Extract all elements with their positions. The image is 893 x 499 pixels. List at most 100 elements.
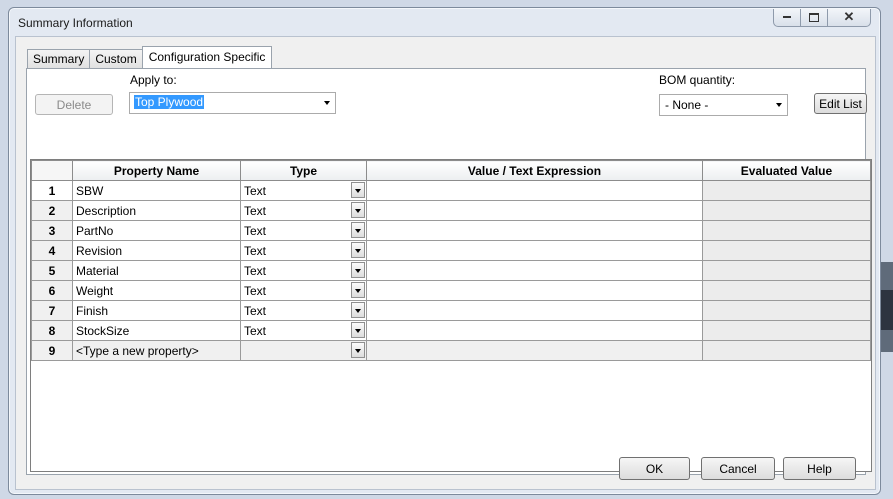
table-row: 6 Weight Text xyxy=(31,280,871,301)
apply-to-label: Apply to: xyxy=(130,73,177,87)
type-dropdown-button[interactable] xyxy=(351,202,365,218)
property-name-cell[interactable]: StockSize xyxy=(72,320,241,341)
tab-summary[interactable]: Summary xyxy=(27,49,91,68)
property-name-cell[interactable]: Description xyxy=(72,200,241,221)
properties-grid: Property Name Type Value / Text Expressi… xyxy=(30,159,872,472)
value-expression-cell[interactable] xyxy=(366,340,703,361)
type-dropdown-button[interactable] xyxy=(351,182,365,198)
row-number[interactable]: 6 xyxy=(31,280,73,301)
minimize-button[interactable] xyxy=(773,9,801,27)
type-dropdown-button[interactable] xyxy=(351,342,365,358)
row-number[interactable]: 4 xyxy=(31,240,73,261)
apply-to-value: Top Plywood xyxy=(134,95,205,109)
evaluated-value-cell xyxy=(702,320,871,341)
apply-to-select[interactable]: Top Plywood xyxy=(129,92,336,114)
tab-custom[interactable]: Custom xyxy=(89,49,143,68)
type-value: Text xyxy=(244,303,267,318)
delete-button[interactable]: Delete xyxy=(35,94,113,115)
row-number[interactable]: 1 xyxy=(31,180,73,201)
grid-corner-cell[interactable] xyxy=(31,160,73,181)
type-cell[interactable]: Text xyxy=(240,180,367,201)
value-expression-cell[interactable] xyxy=(366,200,703,221)
evaluated-value-cell xyxy=(702,220,871,241)
row-number[interactable]: 9 xyxy=(31,340,73,361)
row-number[interactable]: 8 xyxy=(31,320,73,341)
table-row: 7 Finish Text xyxy=(31,300,871,321)
column-header-property-name[interactable]: Property Name xyxy=(72,160,241,181)
type-value: Text xyxy=(244,183,267,198)
help-button[interactable]: Help xyxy=(783,457,856,480)
type-dropdown-button[interactable] xyxy=(351,242,365,258)
type-value: Text xyxy=(244,223,267,238)
dialog-client-area: Summary Custom Configuration Specific Ap… xyxy=(15,36,876,490)
ok-button[interactable]: OK xyxy=(619,457,690,480)
type-value: Text xyxy=(244,283,267,298)
table-row: 8 StockSize Text xyxy=(31,320,871,341)
cancel-button[interactable]: Cancel xyxy=(701,457,775,480)
type-dropdown-button[interactable] xyxy=(351,282,365,298)
type-dropdown-button[interactable] xyxy=(351,222,365,238)
type-cell[interactable] xyxy=(240,340,367,361)
evaluated-value-cell xyxy=(702,260,871,281)
evaluated-value-cell xyxy=(702,200,871,221)
type-dropdown-button[interactable] xyxy=(351,302,365,318)
table-row: 5 Material Text xyxy=(31,260,871,281)
maximize-icon xyxy=(809,12,819,22)
title-bar[interactable]: Summary Information ✕ xyxy=(9,8,880,36)
table-row: 4 Revision Text xyxy=(31,240,871,261)
configuration-specific-panel: Apply to: Delete Top Plywood BOM quantit… xyxy=(26,68,872,475)
type-value: Text xyxy=(244,323,267,338)
row-number[interactable]: 3 xyxy=(31,220,73,241)
type-value: Text xyxy=(244,263,267,278)
bom-quantity-select[interactable]: - None - xyxy=(659,94,788,116)
table-row: 1 SBW Text xyxy=(31,180,871,201)
type-cell[interactable]: Text xyxy=(240,240,367,261)
type-cell[interactable]: Text xyxy=(240,200,367,221)
type-cell[interactable]: Text xyxy=(240,260,367,281)
row-number[interactable]: 5 xyxy=(31,260,73,281)
maximize-button[interactable] xyxy=(801,9,828,27)
evaluated-value-cell xyxy=(702,280,871,301)
chevron-down-icon xyxy=(776,103,782,107)
column-header-evaluated-value[interactable]: Evaluated Value xyxy=(702,160,871,181)
type-cell[interactable]: Text xyxy=(240,280,367,301)
type-dropdown-button[interactable] xyxy=(351,262,365,278)
row-number[interactable]: 2 xyxy=(31,200,73,221)
value-expression-cell[interactable] xyxy=(366,180,703,201)
evaluated-value-cell xyxy=(702,180,871,201)
value-expression-cell[interactable] xyxy=(366,240,703,261)
close-button[interactable]: ✕ xyxy=(828,9,871,27)
bom-quantity-label: BOM quantity: xyxy=(659,73,736,87)
column-header-value[interactable]: Value / Text Expression xyxy=(366,160,703,181)
window-controls: ✕ xyxy=(773,9,871,27)
close-icon: ✕ xyxy=(843,9,855,24)
row-number[interactable]: 7 xyxy=(31,300,73,321)
property-name-cell[interactable]: SBW xyxy=(72,180,241,201)
type-cell[interactable]: Text xyxy=(240,320,367,341)
minimize-icon xyxy=(783,16,791,19)
property-name-cell[interactable]: Revision xyxy=(72,240,241,261)
property-name-cell[interactable]: PartNo xyxy=(72,220,241,241)
property-name-cell[interactable]: Finish xyxy=(72,300,241,321)
value-expression-cell[interactable] xyxy=(366,280,703,301)
summary-information-dialog: Summary Information ✕ Summary Custom Con… xyxy=(8,7,881,495)
property-name-cell[interactable]: Weight xyxy=(72,280,241,301)
edit-list-button[interactable]: Edit List xyxy=(814,93,867,114)
evaluated-value-cell xyxy=(702,300,871,321)
value-expression-cell[interactable] xyxy=(366,320,703,341)
bom-quantity-value: - None - xyxy=(665,98,709,112)
table-row: 2 Description Text xyxy=(31,200,871,221)
property-name-cell[interactable]: Material xyxy=(72,260,241,281)
value-expression-cell[interactable] xyxy=(366,220,703,241)
value-expression-cell[interactable] xyxy=(366,300,703,321)
value-expression-cell[interactable] xyxy=(366,260,703,281)
new-property-cell[interactable]: <Type a new property> xyxy=(72,340,241,361)
type-cell[interactable]: Text xyxy=(240,300,367,321)
type-value: Text xyxy=(244,203,267,218)
column-header-type[interactable]: Type xyxy=(240,160,367,181)
type-cell[interactable]: Text xyxy=(240,220,367,241)
tab-configuration-specific[interactable]: Configuration Specific xyxy=(141,46,273,68)
evaluated-value-cell xyxy=(702,240,871,261)
table-row: 3 PartNo Text xyxy=(31,220,871,241)
type-dropdown-button[interactable] xyxy=(351,322,365,338)
